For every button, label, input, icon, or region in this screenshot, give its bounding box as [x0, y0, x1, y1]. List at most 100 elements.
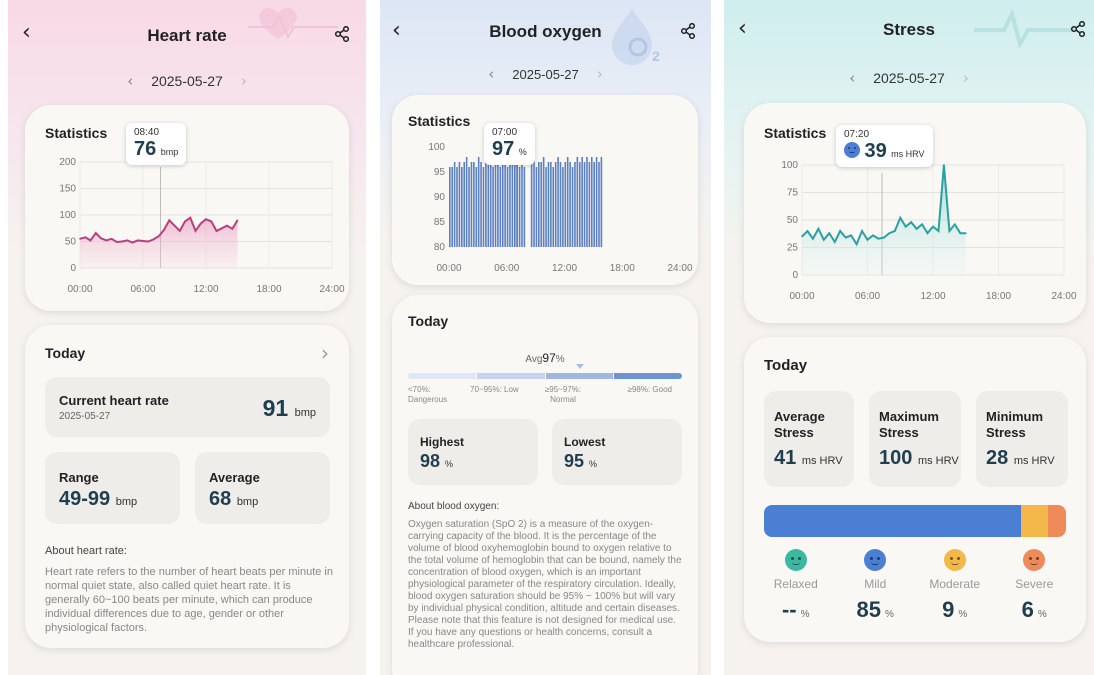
minimum-stress-box: Minimum Stress 28 ms HRV — [976, 391, 1068, 487]
blood-oxygen-screen: 2 ‹ Blood oxygen ‹ 2025-05-27 › Statistics… — [380, 0, 711, 675]
chevron-right-icon[interactable]: › — [321, 341, 329, 365]
current-label: Current heart rate — [59, 393, 169, 408]
today-title: Today — [764, 357, 808, 374]
x-tick-label: 00:00 — [789, 291, 814, 302]
tooltip-value: 39 — [864, 140, 887, 162]
oxygen-bar — [516, 162, 518, 247]
x-tick-label: 12:00 — [552, 263, 577, 274]
heart-rate-point — [105, 239, 108, 242]
heart-rate-point — [236, 219, 239, 222]
x-tick-label: 06:00 — [855, 291, 880, 302]
x-tick-label: 24:00 — [667, 263, 692, 274]
lowest-value-number: 95 — [564, 451, 585, 471]
blood-oxygen-chart[interactable]: 100 95 90 85 80 00:00 06:00 12:00 18:00 24:00 — [392, 95, 698, 285]
heart-rate-point — [194, 230, 197, 232]
stress-point — [855, 243, 858, 245]
stress-level-label: Severe — [1015, 577, 1054, 591]
share-icon[interactable] — [1070, 21, 1086, 37]
oxygen-bar — [501, 157, 504, 247]
oxygen-bar — [451, 167, 454, 247]
oxygen-bar — [581, 157, 583, 247]
y-tick-label: 80 — [434, 242, 446, 253]
oxygen-bar — [583, 162, 586, 247]
prev-date-icon[interactable]: ‹ — [109, 72, 151, 90]
minimum-stress-value: 28 ms HRV — [986, 447, 1055, 470]
heart-rate-point — [89, 239, 92, 242]
oxygen-bar — [480, 162, 482, 247]
minimum-stress-unit: ms HRV — [1013, 455, 1055, 467]
lowest-label: Lowest — [564, 435, 606, 449]
heart-rate-point — [168, 219, 171, 222]
stress-level-value: --% — [756, 597, 836, 623]
heart-rate-point — [220, 227, 223, 230]
x-tick-label: 00:00 — [67, 284, 92, 295]
average-value-number: 68 — [209, 488, 232, 510]
minimum-label-line2: Stress — [986, 425, 1026, 440]
statistics-card: Statistics 100 95 90 85 80 00:00 06:00 12:00 18:… — [392, 95, 698, 285]
maximum-stress-box: Maximum Stress 100 ms HRV — [869, 391, 961, 487]
heart-rate-chart[interactable]: 200 150 100 50 0 00:00 06:00 12:00 18:00 24:00 — [25, 105, 349, 311]
oxygen-bar — [470, 162, 473, 247]
next-date-icon[interactable]: › — [579, 65, 621, 83]
stress-level-label: Relaxed — [773, 577, 818, 591]
scale-good — [614, 373, 682, 379]
avg-value: 97 — [542, 351, 556, 365]
stress-point — [964, 232, 967, 234]
scale-low — [476, 373, 545, 379]
oxygen-bar — [456, 167, 458, 247]
stress-level-value: 6% — [995, 597, 1075, 623]
average-stress-label: Average Stress — [774, 409, 825, 441]
next-date-icon[interactable]: › — [945, 69, 987, 87]
oxygen-bar — [569, 162, 571, 247]
range-value: 49-99 bmp — [59, 488, 137, 511]
heart-rate-screen: ‹ Heart rate ‹ 2025-05-27 › Statistics 200… — [8, 0, 366, 675]
stress-point — [828, 232, 831, 234]
stress-level-unit: % — [1037, 609, 1047, 620]
share-icon[interactable] — [334, 26, 350, 42]
share-icon[interactable] — [680, 23, 696, 39]
oxygen-bar — [557, 157, 559, 247]
severe-face-icon — [1023, 549, 1046, 571]
x-tick-label: 24:00 — [1051, 291, 1076, 302]
oxygen-bar — [547, 162, 550, 247]
oxygen-bar — [465, 157, 468, 247]
x-tick-label: 24:00 — [319, 284, 344, 295]
date-navigator: ‹ 2025-05-27 › — [8, 72, 366, 90]
about-oxygen-text: Oxygen saturation (SpO 2) is a measure o… — [408, 519, 682, 650]
stress-point — [839, 230, 842, 232]
oxygen-bar — [600, 157, 603, 247]
mild-face-icon — [864, 549, 887, 571]
relaxed-face-icon — [784, 549, 807, 571]
average-label-line2: Stress — [774, 425, 814, 440]
next-date-icon[interactable]: › — [223, 72, 265, 90]
mild-face-icon — [844, 142, 860, 158]
stress-point — [954, 223, 956, 226]
oxygen-bar — [475, 167, 478, 247]
oxygen-bar — [489, 157, 492, 247]
heart-rate-point — [121, 240, 123, 243]
chart-tooltip: 08:40 76 bmp — [126, 123, 187, 165]
oxygen-bar — [574, 162, 576, 247]
prev-date-icon[interactable]: ‹ — [831, 69, 873, 87]
x-tick-label: 18:00 — [256, 284, 281, 295]
stress-point — [899, 217, 902, 219]
oxygen-bar — [453, 162, 456, 247]
average-stress-unit: ms HRV — [801, 455, 843, 467]
x-tick-label: 00:00 — [436, 263, 461, 274]
oxygen-bar — [533, 157, 535, 247]
stress-level-label: Moderate — [929, 577, 981, 591]
x-tick-label: 06:00 — [494, 263, 519, 274]
stress-level-number: 85 — [856, 597, 882, 622]
lowest-box: Lowest 95 % — [552, 419, 682, 485]
lowest-unit: % — [589, 459, 598, 469]
about-oxygen-title: About blood oxygen: — [408, 501, 500, 512]
oxygen-bar — [530, 162, 533, 247]
oxygen-bar — [593, 162, 595, 247]
oxygen-bar — [487, 162, 490, 247]
heart-rate-point — [136, 239, 139, 242]
stress-point — [921, 223, 923, 226]
prev-date-icon[interactable]: ‹ — [470, 65, 512, 83]
scale-label-good: ≥98%: Good — [627, 385, 672, 394]
heart-rate-point — [205, 218, 207, 221]
oxygen-bar — [554, 162, 557, 247]
